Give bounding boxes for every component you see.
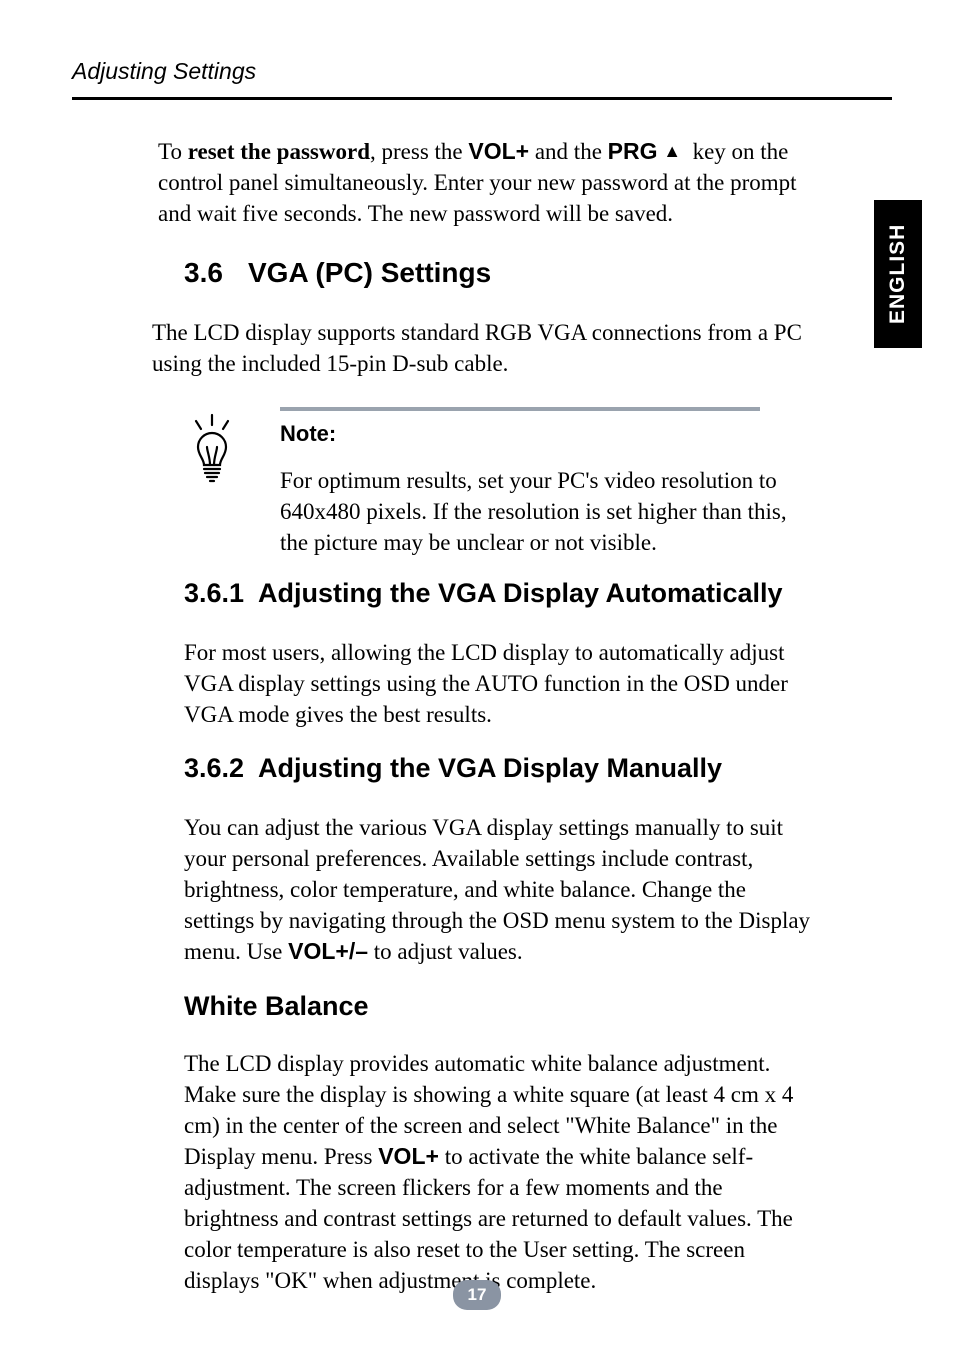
key-label-prg: PRG: [608, 138, 658, 164]
lightbulb-icon: [184, 413, 280, 489]
note-label: Note:: [280, 421, 802, 447]
note-body-text: For optimum results, set your PC's video…: [280, 465, 802, 558]
subsection-title: Adjusting the VGA Display Automatically: [258, 578, 783, 608]
subheading-white-balance: White Balance: [184, 991, 892, 1022]
note-text-column: Note: For optimum results, set your PC's…: [280, 407, 802, 558]
key-label-volplus: VOL+: [378, 1143, 439, 1169]
text-segment: , press the: [370, 139, 468, 164]
vga-intro-paragraph: The LCD display supports standard RGB VG…: [152, 317, 802, 379]
manual-adjust-paragraph: You can adjust the various VGA display s…: [184, 812, 812, 967]
subsection-heading-3-6-2: 3.6.2Adjusting the VGA Display Manually: [184, 753, 892, 784]
key-label-volplus: VOL+: [468, 138, 529, 164]
subsection-heading-3-6-1: 3.6.1Adjusting the VGA Display Automatic…: [184, 578, 892, 609]
subsection-title: Adjusting the VGA Display Manually: [258, 753, 722, 783]
page-container: Adjusting Settings ENGLISH To reset the …: [0, 0, 954, 1352]
note-block: Note: For optimum results, set your PC's…: [184, 407, 802, 558]
white-balance-paragraph: The LCD display provides automatic white…: [184, 1048, 812, 1296]
subsection-number: 3.6.1: [184, 578, 258, 609]
key-label-volplusminus: VOL+/–: [288, 938, 368, 964]
auto-adjust-paragraph: For most users, allowing the LCD display…: [184, 637, 812, 730]
note-icon-column: [184, 407, 280, 558]
triangle-up-icon: ▲: [663, 139, 681, 163]
text-segment: and the: [529, 139, 608, 164]
section-number: 3.6: [184, 257, 248, 289]
text-segment: to adjust values.: [368, 939, 523, 964]
section-title: VGA (PC) Settings: [248, 257, 491, 288]
page-header-title: Adjusting Settings: [72, 58, 892, 85]
reset-password-paragraph: To reset the password, press the VOL+ an…: [158, 136, 802, 229]
emphasis-reset-password: reset the password: [188, 139, 370, 164]
page-number-badge: 17: [453, 1280, 501, 1310]
section-heading-3-6: 3.6VGA (PC) Settings: [184, 257, 892, 289]
header-rule: [72, 97, 892, 100]
note-top-bar: [280, 407, 760, 411]
subsection-number: 3.6.2: [184, 753, 258, 784]
language-side-tab: ENGLISH: [874, 200, 922, 348]
text-segment: To: [158, 139, 188, 164]
